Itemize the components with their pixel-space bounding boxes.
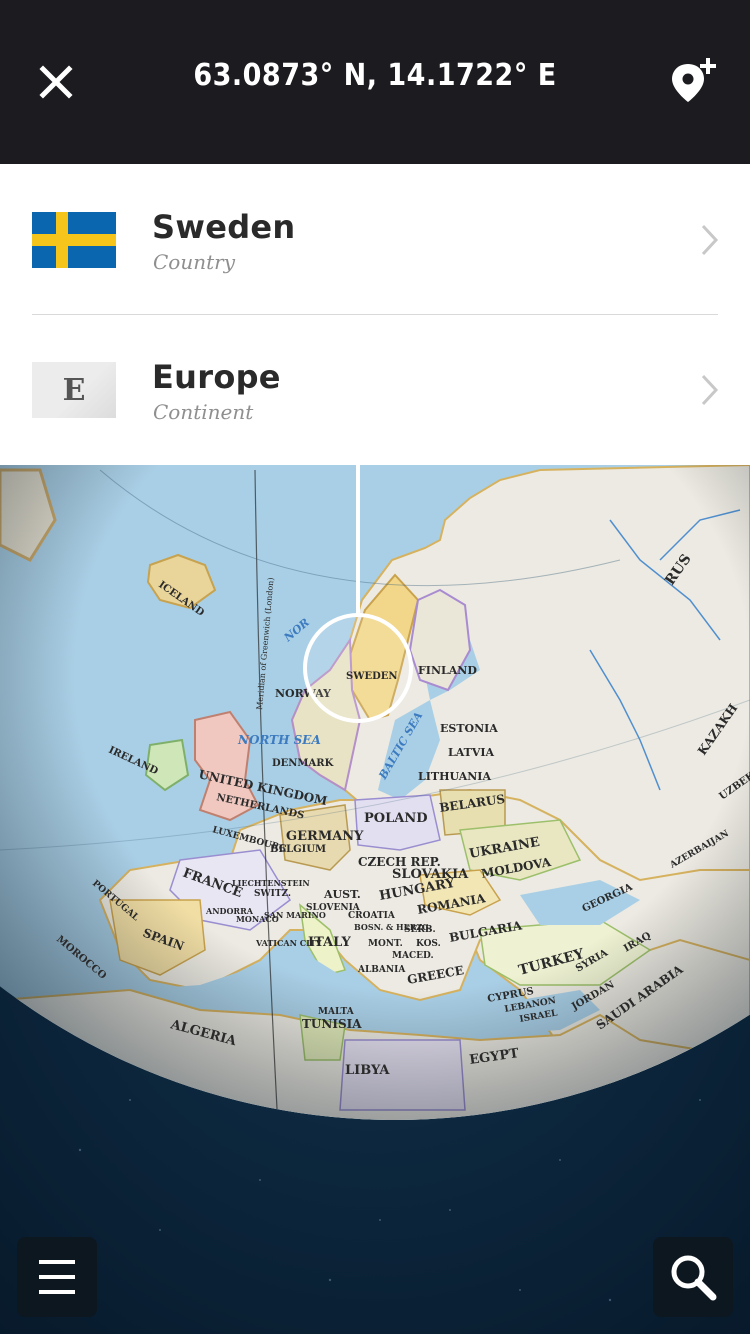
- continent-letter-icon: E: [32, 362, 116, 418]
- result-subtitle: Country: [153, 250, 236, 274]
- location-marker-label: SWEDEN: [346, 671, 398, 682]
- map-label: FINLAND: [418, 664, 477, 677]
- map-label: LIBYA: [345, 1063, 390, 1078]
- location-marker-stem: [356, 465, 360, 615]
- search-button[interactable]: [653, 1237, 733, 1317]
- map-label: MALTA: [318, 1007, 355, 1017]
- search-icon: [671, 1255, 717, 1301]
- map-label: KOS.: [416, 939, 441, 949]
- globe-map[interactable]: ICELAND NORWAY FINLAND ESTONIA LATVIA LI…: [0, 465, 750, 1334]
- result-row-country[interactable]: Sweden Country: [0, 164, 750, 314]
- map-label: POLAND: [364, 811, 427, 826]
- map-label: ESTONIA: [440, 722, 498, 735]
- map-label: GERMANY: [286, 829, 364, 844]
- globe-svg[interactable]: ICELAND NORWAY FINLAND ESTONIA LATVIA LI…: [0, 465, 750, 1334]
- map-label: DENMARK: [272, 758, 334, 769]
- map-label: MONT.: [368, 939, 403, 949]
- result-panel: Sweden Country E Europe Continent: [0, 164, 750, 465]
- sweden-flag-icon: [32, 212, 116, 268]
- add-location-pin-icon[interactable]: [664, 56, 720, 112]
- map-label: SWITZ.: [254, 889, 291, 899]
- top-bar: 63.0873° N, 14.1722° E: [0, 0, 750, 164]
- map-label: LATVIA: [448, 746, 495, 759]
- map-label: TUNISIA: [302, 1017, 362, 1031]
- coordinates-title: 63.0873° N, 14.1722° E: [193, 58, 557, 93]
- map-label: ANDORRA: [205, 906, 254, 916]
- map-label: LITHUANIA: [418, 770, 491, 783]
- map-label: BOSN. & HERZG.: [354, 922, 432, 932]
- result-row-continent[interactable]: E Europe Continent: [0, 314, 750, 464]
- map-label: LIECHTENSTEIN: [232, 878, 310, 888]
- chevron-right-icon: [701, 224, 719, 256]
- result-subtitle: Continent: [153, 400, 254, 424]
- menu-button[interactable]: [17, 1237, 97, 1317]
- result-title: Sweden: [152, 208, 296, 246]
- chevron-right-icon: [701, 374, 719, 406]
- location-marker-ring[interactable]: [303, 613, 413, 723]
- map-label: CROATIA: [348, 911, 396, 921]
- map-label: NORTH SEA: [237, 733, 321, 747]
- map-label: MACED.: [392, 951, 434, 961]
- result-title: Europe: [152, 358, 281, 396]
- map-label: AUST.: [323, 888, 361, 901]
- hamburger-menu-icon: [39, 1260, 75, 1294]
- map-label: ALBANIA: [357, 965, 406, 975]
- map-label: VATICAN CITY: [255, 938, 322, 948]
